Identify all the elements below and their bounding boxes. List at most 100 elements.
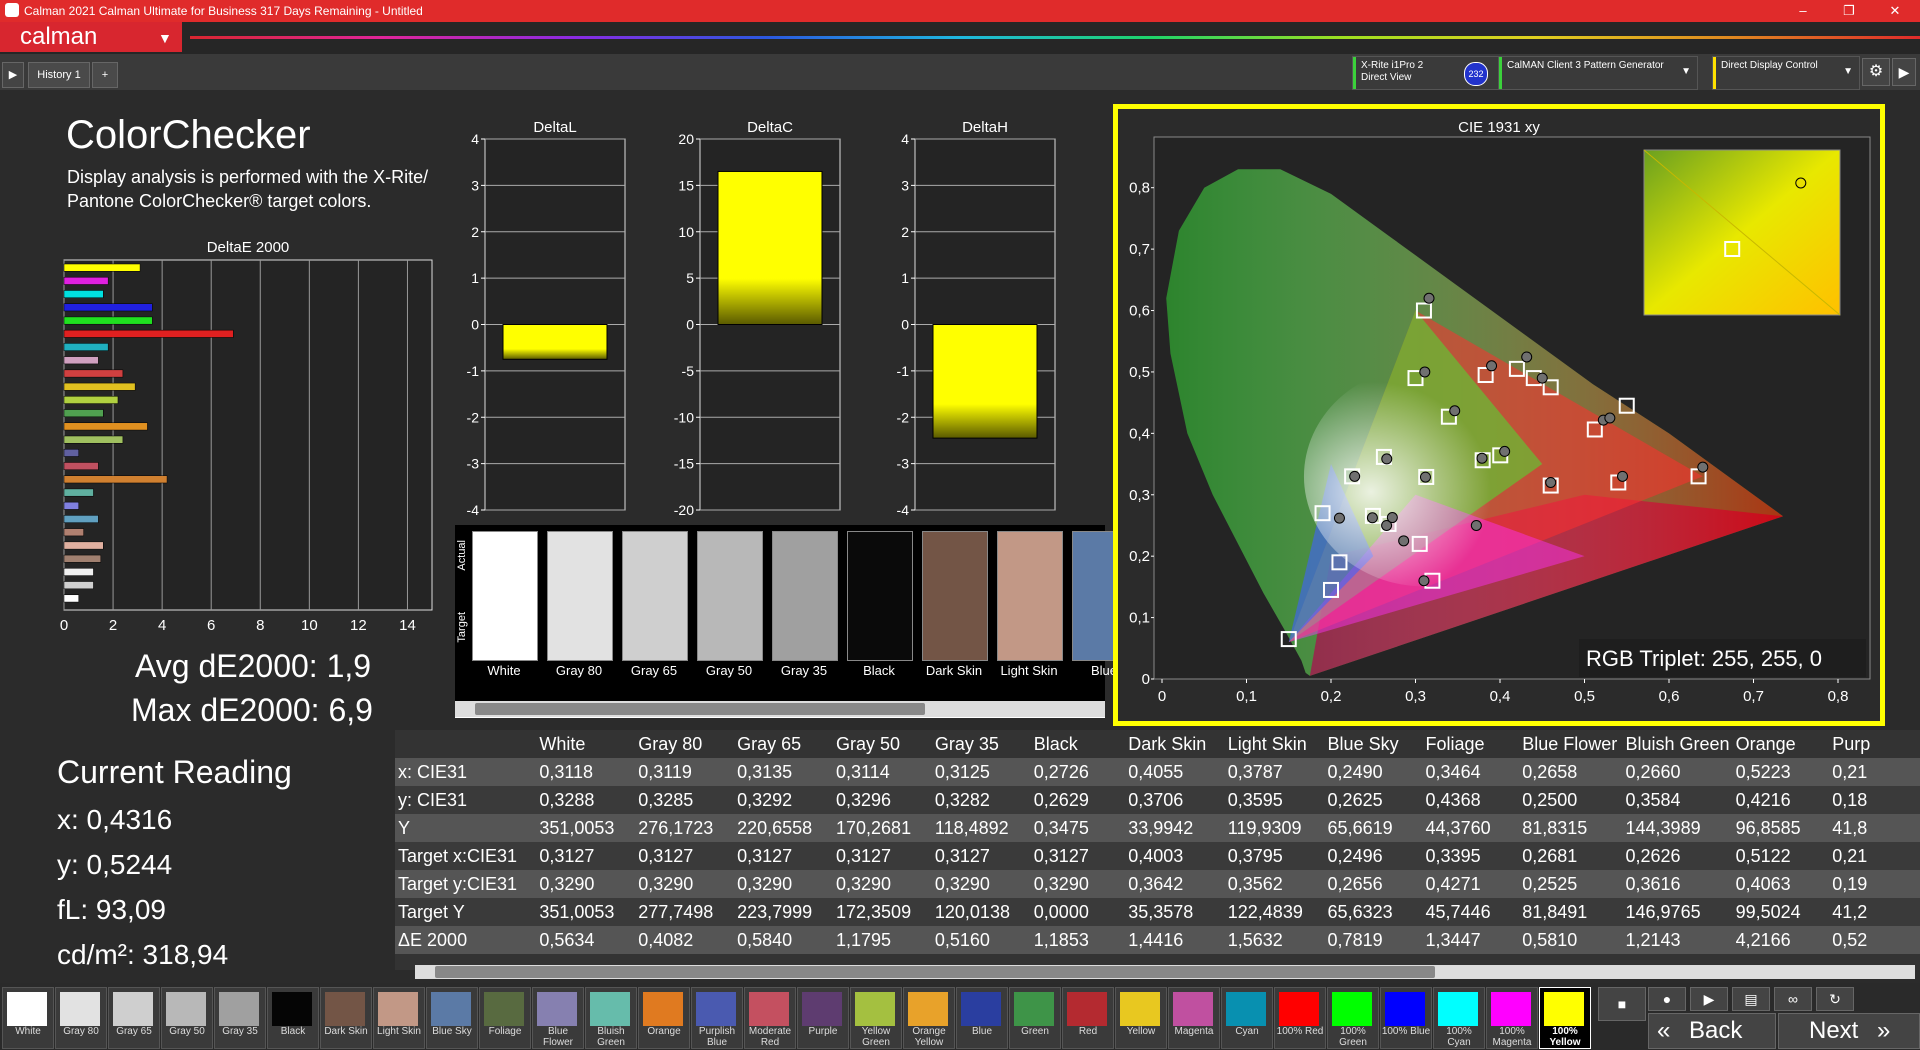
- swatch-yellow[interactable]: Yellow: [1115, 987, 1167, 1049]
- table-cell: 0,3290: [833, 870, 932, 898]
- pattern-generator-selector[interactable]: CalMAN Client 3 Pattern Generator ▼: [1498, 56, 1698, 90]
- y-tick-label: 0,2: [1129, 548, 1150, 565]
- bar: [502, 324, 608, 360]
- swatch-blue-sky[interactable]: Blue Sky: [426, 987, 478, 1049]
- patch-gray-80: [547, 531, 613, 661]
- swatch-purplish-blue[interactable]: Purplish Blue: [691, 987, 743, 1049]
- table-cell: x: CIE31: [395, 758, 537, 786]
- x-tick-label: 0,1: [1236, 688, 1257, 705]
- play-icon[interactable]: ▶: [1690, 987, 1728, 1011]
- table-row: ΔE 2000 0,5634 0,4082 0,5840 1,1795 0,5160 1,1…: [395, 926, 1920, 954]
- next-button[interactable]: Next »: [1778, 1013, 1920, 1049]
- display-control-selector[interactable]: Direct Display Control ▼: [1712, 56, 1860, 90]
- table-cell: 0,4063: [1732, 870, 1830, 898]
- swatch-orange[interactable]: Orange: [638, 987, 690, 1049]
- swatch-gray-35[interactable]: Gray 35: [214, 987, 266, 1049]
- swatch-blue[interactable]: Blue: [956, 987, 1008, 1049]
- table-cell: 65,6323: [1324, 898, 1423, 926]
- tab-history-1[interactable]: History 1: [28, 62, 90, 88]
- swatch-100-blue[interactable]: 100% Blue: [1380, 987, 1432, 1049]
- bar: [63, 448, 79, 457]
- table-cell: 0,3584: [1622, 786, 1733, 814]
- bar: [932, 324, 1038, 439]
- swatch-100-cyan[interactable]: 100% Cyan: [1433, 987, 1485, 1049]
- swatch-bluish-green[interactable]: Bluish Green: [585, 987, 637, 1049]
- table-cell: 1,1853: [1030, 926, 1126, 954]
- swatch-light-skin[interactable]: Light Skin: [373, 987, 425, 1049]
- table-cell: 0,3290: [931, 870, 1031, 898]
- refresh-icon[interactable]: ↻: [1816, 987, 1854, 1011]
- swatch-gray-65[interactable]: Gray 65: [108, 987, 160, 1049]
- link-icon[interactable]: ∞: [1774, 987, 1812, 1011]
- table-cell: 0,3787: [1224, 758, 1325, 786]
- tick-label: -20: [674, 502, 694, 518]
- inset-measured-marker: [1795, 177, 1807, 189]
- measured-marker: [1418, 575, 1430, 587]
- add-tab-button[interactable]: +: [92, 62, 118, 88]
- bar: [717, 170, 823, 326]
- swatch-100-magenta[interactable]: 100% Magenta: [1486, 987, 1538, 1049]
- tick-label: 3: [901, 177, 909, 193]
- swatch-red[interactable]: Red: [1062, 987, 1114, 1049]
- column-header: Gray 80: [638, 733, 703, 754]
- swatch-foliage[interactable]: Foliage: [479, 987, 531, 1049]
- stop-icon[interactable]: ■: [1598, 987, 1646, 1021]
- swatch-magenta[interactable]: Magenta: [1168, 987, 1220, 1049]
- table-scrollbar-thumb[interactable]: [435, 966, 1435, 978]
- patch-label: White: [487, 663, 521, 678]
- swatch-gray-50[interactable]: Gray 50: [161, 987, 213, 1049]
- patch-scrollbar-thumb[interactable]: [475, 703, 925, 715]
- swatch-label: Yellow Green: [861, 1026, 891, 1048]
- swatch-label: Dark Skin: [324, 1026, 368, 1037]
- reading-cd: cd/m²: 318,94: [57, 939, 229, 970]
- swatch-green[interactable]: Green: [1009, 987, 1061, 1049]
- swatch-blue-flower[interactable]: Blue Flower: [532, 987, 584, 1049]
- record-icon[interactable]: ●: [1648, 987, 1686, 1011]
- swatch-moderate-red[interactable]: Moderate Red: [744, 987, 796, 1049]
- swatch-gray-80[interactable]: Gray 80: [55, 987, 107, 1049]
- table-cell: 0,3395: [1422, 842, 1520, 870]
- table-scrollbar[interactable]: [415, 965, 1915, 979]
- table-cell: 1,5632: [1224, 926, 1325, 954]
- minimize-button[interactable]: –: [1780, 0, 1826, 22]
- delta-charts: DeltaL43210-1-2-3-4 DeltaC20151050-5-10-…: [467, 119, 1056, 518]
- swatch-100-red[interactable]: 100% Red: [1274, 987, 1326, 1049]
- tick-label: -3: [467, 456, 480, 472]
- gear-icon[interactable]: ⚙: [1862, 58, 1890, 86]
- swatch-orange-yellow[interactable]: Orange Yellow: [903, 987, 955, 1049]
- table-cell: 0,19: [1829, 870, 1920, 898]
- table-cell: 172,3509: [833, 898, 932, 926]
- play-icon[interactable]: ▶: [2, 62, 24, 88]
- table-cell: 118,4892: [931, 814, 1031, 842]
- table-cell: 0,2525: [1519, 870, 1623, 898]
- swatch-yellow-green[interactable]: Yellow Green: [850, 987, 902, 1049]
- swatch-white[interactable]: White: [2, 987, 54, 1049]
- x-tick-label: 0,4: [1490, 688, 1511, 705]
- brand-menu-button[interactable]: calman ▼: [0, 22, 182, 52]
- play-icon[interactable]: ▶: [1892, 58, 1916, 86]
- maximize-button[interactable]: ❐: [1826, 0, 1872, 22]
- swatch-dark-skin[interactable]: Dark Skin: [320, 987, 372, 1049]
- back-button[interactable]: « Back: [1648, 1013, 1776, 1049]
- swatch-chip: [1544, 992, 1584, 1026]
- patch-scrollbar[interactable]: [455, 701, 1105, 717]
- chevron-down-icon: ▼: [1681, 66, 1691, 77]
- table-cell: 0,3290: [536, 870, 636, 898]
- swatch-100-yellow[interactable]: 100% Yellow: [1539, 987, 1591, 1049]
- tick-label: -2: [467, 409, 480, 425]
- bar: [63, 541, 104, 550]
- tick-label: 2: [109, 617, 117, 634]
- swatch-label: Gray 65: [116, 1026, 152, 1037]
- y-tick-label: 0,3: [1129, 487, 1150, 504]
- close-button[interactable]: ✕: [1872, 0, 1918, 22]
- swatch-cyan[interactable]: Cyan: [1221, 987, 1273, 1049]
- patch-label: Dark Skin: [925, 663, 983, 678]
- chart-title: DeltaC: [747, 119, 793, 136]
- column-header: Black: [1033, 733, 1078, 754]
- swatch-purple[interactable]: Purple: [797, 987, 849, 1049]
- table-cell: 0,0000: [1030, 898, 1126, 926]
- swatch-black[interactable]: Black: [267, 987, 319, 1049]
- swatch-100-green[interactable]: 100% Green: [1327, 987, 1379, 1049]
- next-label: Next: [1809, 1017, 1859, 1044]
- save-icon[interactable]: ▤: [1732, 987, 1770, 1011]
